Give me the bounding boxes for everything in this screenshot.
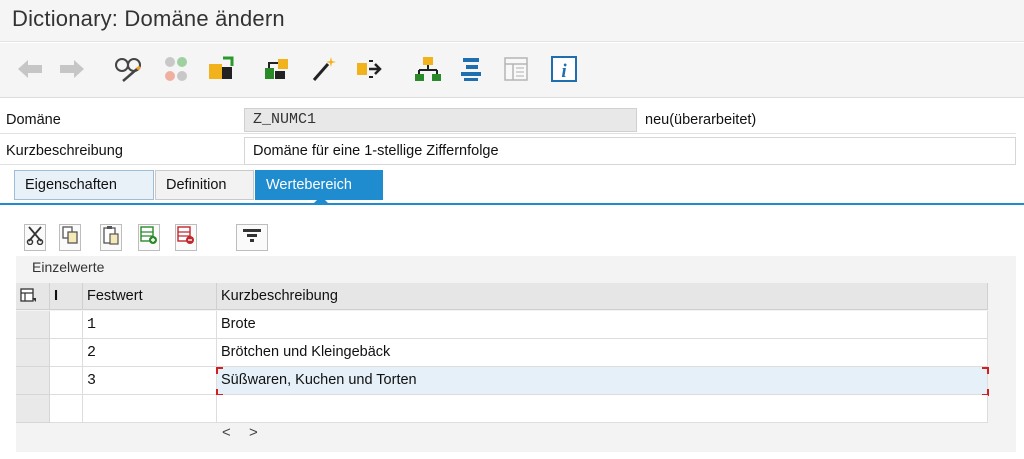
insert-row-button[interactable] (138, 224, 160, 251)
row-selector[interactable] (16, 395, 50, 423)
short-description-label: Kurzbeschreibung (6, 143, 123, 159)
kurzbeschreibung-cell[interactable]: Brötchen und Kleingebäck (217, 339, 988, 367)
kurzbeschreibung-cell[interactable]: Brote (217, 311, 988, 339)
row-selector[interactable] (16, 311, 50, 339)
filter-icon (241, 225, 263, 250)
cut-icon (26, 225, 44, 250)
row-indicator-cell (50, 311, 83, 339)
check-icon[interactable] (260, 53, 292, 85)
info-icon[interactable]: i (548, 53, 580, 85)
copy-icon (61, 225, 79, 250)
navigate-icon[interactable] (352, 53, 384, 85)
horizontal-scroll: < > (222, 424, 272, 446)
row-indicator-cell (50, 339, 83, 367)
filter-button[interactable] (236, 224, 268, 251)
column-settings-icon (20, 288, 38, 308)
list-icon[interactable] (455, 53, 487, 85)
column-header-i[interactable]: I (50, 283, 83, 310)
tab-definition[interactable]: Definition (155, 170, 254, 200)
display-change-icon[interactable] (112, 53, 144, 85)
tab-eigenschaften[interactable]: Eigenschaften (14, 170, 154, 200)
tab-underline (0, 203, 1024, 205)
festwert-cell[interactable]: 2 (83, 339, 217, 367)
festwert-cell[interactable]: 1 (83, 311, 217, 339)
column-header-festwert[interactable]: Festwert (83, 283, 217, 310)
magic-wand-icon[interactable] (308, 53, 340, 85)
insert-row-icon (140, 225, 158, 250)
info-glyph: i (561, 61, 567, 82)
tab-strip: Eigenschaften Definition Wertebereich (0, 166, 1024, 206)
paste-button[interactable] (100, 224, 122, 251)
cut-button[interactable] (24, 224, 46, 251)
focus-corner (982, 367, 989, 374)
title-bar: Dictionary: Domäne ändern (0, 0, 1024, 42)
short-description-field[interactable]: Domäne für eine 1-stellige Ziffernfolge (244, 137, 1016, 165)
festwert-cell[interactable]: 3 (83, 367, 217, 395)
kurzbeschreibung-cell-focused[interactable]: Süßwaren, Kuchen und Torten (217, 367, 988, 395)
active-tab-indicator (313, 196, 329, 204)
kurzbeschreibung-cell[interactable] (217, 395, 988, 423)
row-indicator-cell (50, 367, 83, 395)
paste-icon (102, 225, 120, 250)
other-object-icon[interactable] (160, 53, 192, 85)
activate-icon[interactable] (205, 53, 237, 85)
festwert-cell[interactable] (83, 395, 217, 423)
row-indicator-cell (50, 395, 83, 423)
scroll-right-button[interactable]: > (249, 424, 258, 441)
forward-arrow-icon[interactable] (56, 53, 88, 85)
focus-corner (216, 367, 223, 374)
domain-name-field[interactable]: Z_NUMC1 (244, 108, 637, 132)
window-title: Dictionary: Domäne ändern (12, 6, 285, 31)
delete-row-button[interactable] (175, 224, 197, 251)
domain-row: Domäne Z_NUMC1 neu(überarbeitet) (0, 106, 1016, 134)
column-settings-header[interactable] (16, 283, 50, 310)
domain-label: Domäne (6, 112, 61, 128)
table-title: Einzelwerte (32, 259, 105, 275)
delete-row-icon (177, 225, 195, 250)
column-header-kurzbeschreibung[interactable]: Kurzbeschreibung (217, 283, 988, 310)
copy-button[interactable] (59, 224, 81, 251)
back-arrow-icon[interactable] (14, 53, 46, 85)
row-selector[interactable] (16, 339, 50, 367)
layout-icon[interactable] (500, 53, 532, 85)
hierarchy-icon[interactable] (412, 53, 444, 85)
application-toolbar: i (0, 43, 1024, 98)
domain-status: neu(überarbeitet) (645, 112, 757, 128)
row-selector[interactable] (16, 367, 50, 395)
short-description-row: Kurzbeschreibung Domäne für eine 1-stell… (0, 137, 1016, 165)
scroll-left-button[interactable]: < (222, 424, 231, 441)
